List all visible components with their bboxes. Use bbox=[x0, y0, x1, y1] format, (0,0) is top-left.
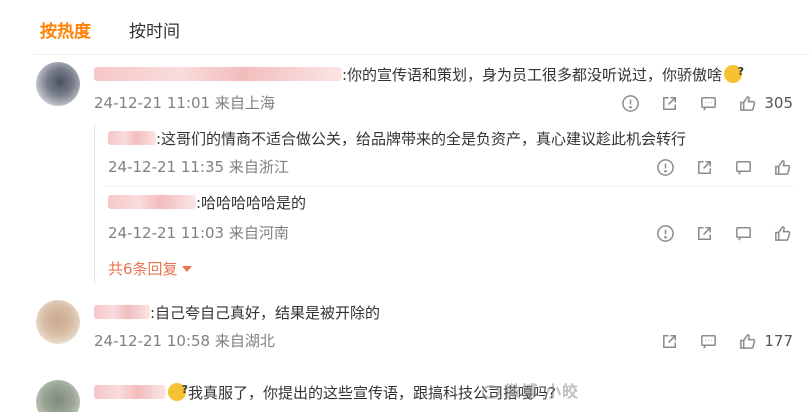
share-icon[interactable] bbox=[693, 222, 715, 244]
comment-icon[interactable] bbox=[697, 330, 719, 352]
avatar[interactable] bbox=[36, 380, 80, 412]
redacted-username[interactable] bbox=[94, 67, 342, 81]
watermark: 微博 小皎 bbox=[482, 378, 579, 402]
reply-1: :这哥们的情商不适合做公关，给品牌带来的全是负资产，真心建议趁此机会转行 bbox=[108, 128, 686, 150]
comment-icon[interactable] bbox=[732, 156, 754, 178]
like-icon[interactable] bbox=[736, 330, 758, 352]
share-icon[interactable] bbox=[658, 330, 680, 352]
like-count: 305 bbox=[764, 94, 793, 112]
redacted-username[interactable] bbox=[94, 305, 150, 319]
like-icon[interactable] bbox=[736, 92, 758, 114]
tab-by-popularity[interactable]: 按热度 bbox=[40, 20, 91, 44]
comment-icon[interactable] bbox=[697, 92, 719, 114]
comment-1: :你的宣传语和策划，身为员工很多都没听说过，你骄傲啥 bbox=[94, 61, 744, 86]
redacted-username[interactable] bbox=[94, 385, 166, 399]
reply-2: :哈哈哈哈哈是的 bbox=[108, 192, 306, 214]
comment-2: :自己夸自己真好，结果是被开除的 bbox=[94, 302, 380, 324]
reply-thread-rule bbox=[94, 124, 95, 284]
tabs-divider bbox=[34, 54, 809, 55]
redacted-username[interactable] bbox=[108, 131, 156, 145]
avatar[interactable] bbox=[36, 62, 80, 106]
comment-icon[interactable] bbox=[732, 222, 754, 244]
like-icon[interactable] bbox=[771, 156, 793, 178]
warning-icon[interactable] bbox=[654, 156, 676, 178]
share-icon[interactable] bbox=[693, 156, 715, 178]
reply-actions bbox=[637, 156, 793, 178]
more-replies-label: 共6条回复 bbox=[108, 260, 178, 278]
comment-text: :自己夸自己真好，结果是被开除的 bbox=[150, 304, 381, 322]
comment-actions: 177 bbox=[641, 330, 793, 352]
comment-actions: 305 bbox=[602, 92, 793, 114]
reply-meta: 24-12-21 11:35 来自浙江 bbox=[108, 158, 289, 176]
reply-separator bbox=[104, 186, 793, 187]
like-icon[interactable] bbox=[771, 222, 793, 244]
reply-text: :哈哈哈哈哈是的 bbox=[196, 194, 307, 212]
warning-icon[interactable] bbox=[654, 222, 676, 244]
share-icon[interactable] bbox=[658, 92, 680, 114]
avatar[interactable] bbox=[36, 300, 80, 344]
warning-icon[interactable] bbox=[619, 92, 641, 114]
comment-meta: 24-12-21 11:01 来自上海 bbox=[94, 94, 275, 112]
more-replies-link[interactable]: 共6条回复 bbox=[108, 258, 192, 280]
comment-text: :你的宣传语和策划，身为员工很多都没听说过，你骄傲啥 bbox=[342, 66, 723, 84]
tab-by-time[interactable]: 按时间 bbox=[129, 20, 180, 44]
caret-down-icon bbox=[181, 266, 192, 272]
redacted-username[interactable] bbox=[108, 195, 196, 209]
emoji-icon bbox=[724, 61, 744, 83]
emoji-icon bbox=[168, 379, 188, 401]
watermark-text: 微博 小皎 bbox=[504, 382, 579, 401]
like-count: 177 bbox=[764, 332, 793, 350]
reply-text: :这哥们的情商不适合做公关，给品牌带来的全是负资产，真心建议趁此机会转行 bbox=[156, 130, 687, 148]
sort-tabs: 按热度 按时间 bbox=[40, 20, 180, 44]
reply-meta: 24-12-21 11:03 来自河南 bbox=[108, 224, 289, 242]
weibo-logo-icon bbox=[482, 385, 501, 399]
reply-actions bbox=[637, 222, 793, 244]
comment-meta: 24-12-21 10:58 来自湖北 bbox=[94, 332, 275, 350]
